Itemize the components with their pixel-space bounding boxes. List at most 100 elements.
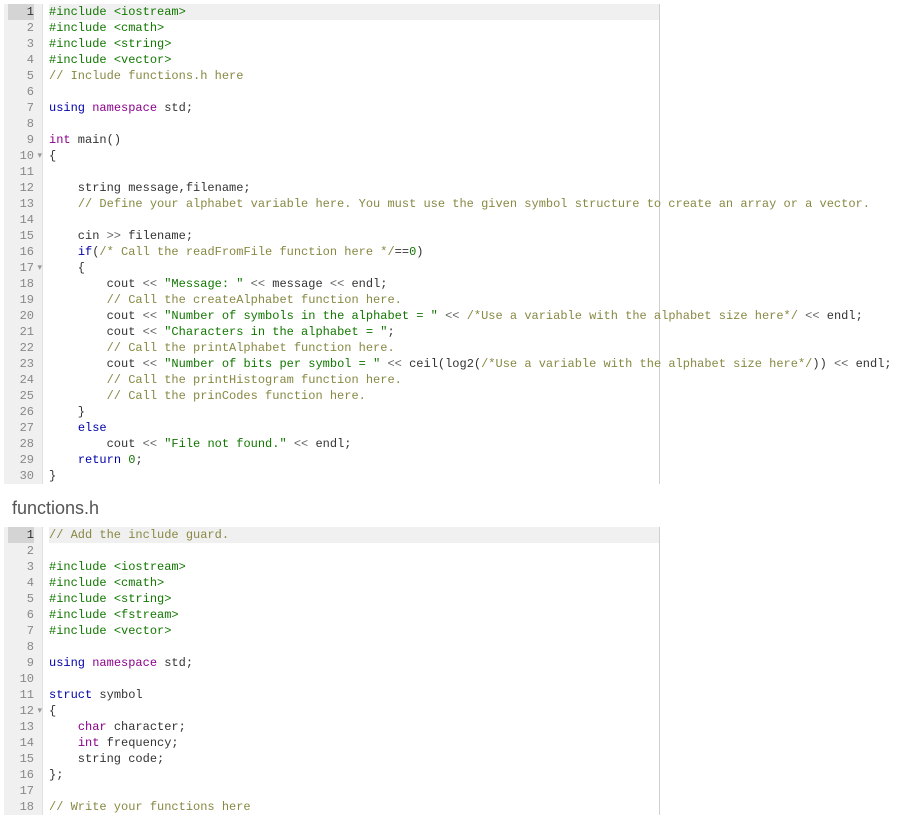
line-number: 6 [8,607,34,623]
line-number: 26 [8,404,34,420]
line-number: 28 [8,436,34,452]
code-line[interactable] [49,639,659,655]
code-line[interactable]: cin >> filename; [49,228,659,244]
code-line[interactable]: { [49,703,659,719]
code-line[interactable] [49,164,659,180]
code-editor-2[interactable]: 123456789101112▾131415161718 // Add the … [4,527,893,815]
code-line[interactable]: // Call the printAlphabet function here. [49,340,659,356]
code-line[interactable]: #include <string> [49,36,659,52]
code-line[interactable]: char character; [49,719,659,735]
code-line[interactable]: #include <vector> [49,623,659,639]
code-line[interactable]: int main() [49,132,659,148]
line-number: 27 [8,420,34,436]
code-line[interactable]: } [49,468,659,484]
line-number: 12 [8,180,34,196]
code-line[interactable]: { [49,260,659,276]
line-number: 29 [8,452,34,468]
line-number: 16 [8,244,34,260]
code-line[interactable]: } [49,404,659,420]
code-area-1[interactable]: #include <iostream>#include <cmath>#incl… [43,4,660,484]
line-number: 24 [8,372,34,388]
code-line[interactable]: cout << "Message: " << message << endl; [49,276,659,292]
line-number: 5 [8,68,34,84]
code-line[interactable]: // Write your functions here [49,799,659,815]
line-number: 10 [8,671,34,687]
line-number: 1 [8,4,34,20]
code-line[interactable] [49,116,659,132]
line-number: 14 [8,212,34,228]
code-line[interactable]: // Call the createAlphabet function here… [49,292,659,308]
line-number: 18 [8,799,34,815]
line-number: 9 [8,655,34,671]
line-number: 15 [8,228,34,244]
code-line[interactable]: { [49,148,659,164]
code-line[interactable]: #include <fstream> [49,607,659,623]
line-number: 13 [8,196,34,212]
fold-icon[interactable]: ▾ [37,148,42,164]
line-number: 5 [8,591,34,607]
code-line[interactable]: #include <iostream> [49,559,659,575]
line-number: 30 [8,468,34,484]
line-number: 13 [8,719,34,735]
code-line[interactable]: // Include functions.h here [49,68,659,84]
line-number: 4 [8,575,34,591]
code-line[interactable]: if(/* Call the readFromFile function her… [49,244,659,260]
line-number: 11 [8,164,34,180]
code-line[interactable]: }; [49,767,659,783]
line-number: 17 [8,783,34,799]
code-editor-1[interactable]: 12345678910▾11121314151617▾1819202122232… [4,4,893,484]
code-line[interactable]: cout << "File not found." << endl; [49,436,659,452]
line-number: 8 [8,639,34,655]
line-number: 19 [8,292,34,308]
line-number: 12▾ [8,703,34,719]
line-number: 2 [8,543,34,559]
fold-icon[interactable]: ▾ [37,703,42,719]
code-line[interactable]: #include <string> [49,591,659,607]
code-line[interactable]: // Define your alphabet variable here. Y… [49,196,659,212]
line-number: 14 [8,735,34,751]
code-line[interactable]: // Call the printHistogram function here… [49,372,659,388]
code-line[interactable]: cout << "Number of symbols in the alphab… [49,308,659,324]
code-line[interactable] [49,671,659,687]
line-number: 7 [8,100,34,116]
line-number: 11 [8,687,34,703]
code-line[interactable] [49,84,659,100]
section-title: functions.h [12,498,897,519]
code-area-2[interactable]: // Add the include guard. #include <iostr… [43,527,660,815]
fold-icon[interactable]: ▾ [37,260,42,276]
line-number: 2 [8,20,34,36]
line-number: 20 [8,308,34,324]
line-number: 16 [8,767,34,783]
code-line[interactable]: using namespace std; [49,655,659,671]
code-line[interactable] [49,783,659,799]
code-line[interactable]: #include <vector> [49,52,659,68]
gutter-1: 12345678910▾11121314151617▾1819202122232… [4,4,43,484]
code-line[interactable]: cout << "Characters in the alphabet = "; [49,324,659,340]
line-number: 18 [8,276,34,292]
line-number: 9 [8,132,34,148]
code-line[interactable]: #include <cmath> [49,575,659,591]
code-line[interactable]: // Call the prinCodes function here. [49,388,659,404]
code-line[interactable] [49,543,659,559]
code-line[interactable] [49,212,659,228]
code-line[interactable]: using namespace std; [49,100,659,116]
line-number: 15 [8,751,34,767]
code-line[interactable]: string code; [49,751,659,767]
line-number: 10▾ [8,148,34,164]
code-line[interactable]: cout << "Number of bits per symbol = " <… [49,356,659,372]
line-number: 23 [8,356,34,372]
line-number: 25 [8,388,34,404]
code-line[interactable]: string message,filename; [49,180,659,196]
line-number: 22 [8,340,34,356]
line-number: 3 [8,559,34,575]
code-line[interactable]: #include <iostream> [49,4,659,20]
code-line[interactable]: int frequency; [49,735,659,751]
line-number: 7 [8,623,34,639]
code-line[interactable]: return 0; [49,452,659,468]
code-line[interactable]: struct symbol [49,687,659,703]
code-line[interactable]: // Add the include guard. [49,527,659,543]
code-line[interactable]: else [49,420,659,436]
line-number: 6 [8,84,34,100]
line-number: 3 [8,36,34,52]
code-line[interactable]: #include <cmath> [49,20,659,36]
